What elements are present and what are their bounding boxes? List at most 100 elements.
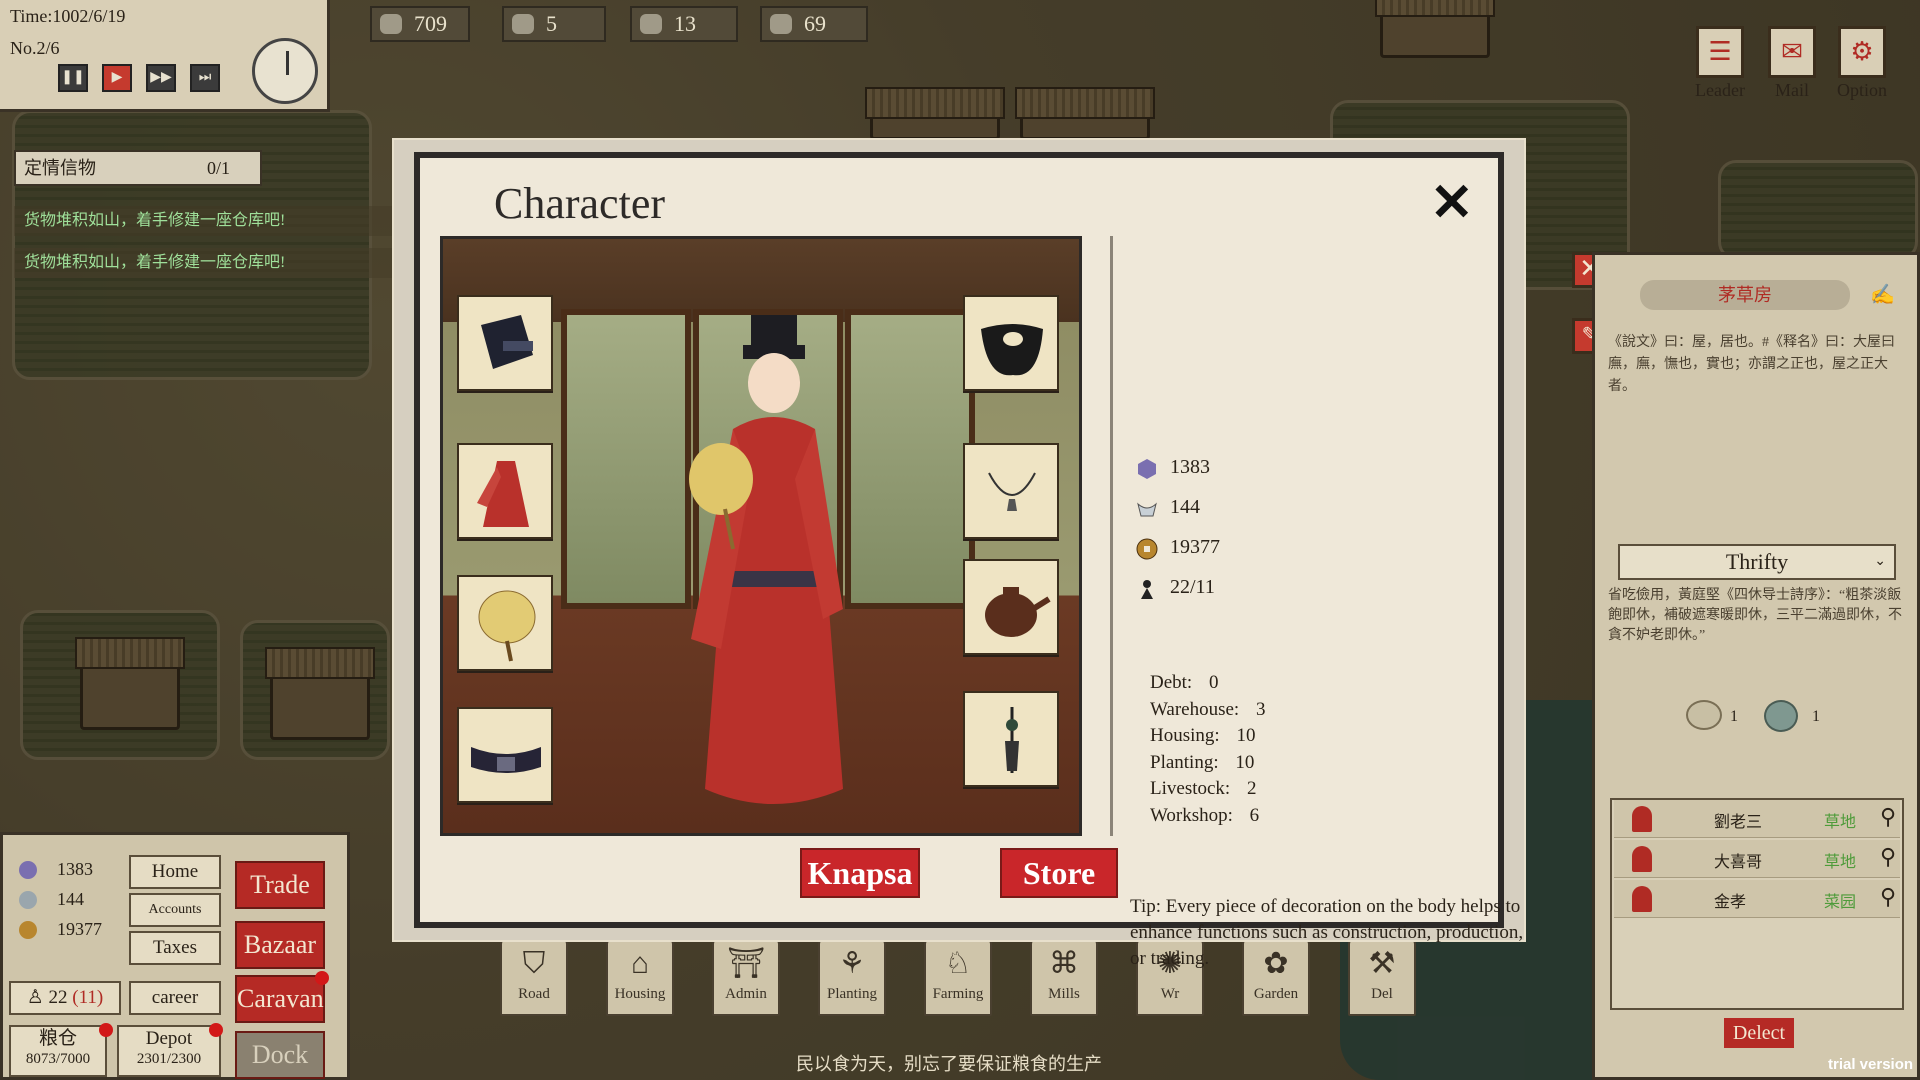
robe-slot[interactable]	[457, 443, 553, 539]
item-count: 1	[1812, 708, 1820, 725]
hat-icon	[481, 315, 533, 369]
build-label: Wr	[1160, 986, 1180, 1002]
bowl-icon	[1686, 700, 1722, 730]
taxes-button[interactable]: Taxes	[129, 931, 221, 965]
beard-icon	[981, 324, 1043, 376]
notification-message[interactable]: 货物堆积如山，着手修建一座仓库吧!	[14, 206, 404, 236]
attr-label: Planting:	[1150, 751, 1219, 773]
depot-button[interactable]: Depot 2301/2300	[117, 1025, 221, 1077]
home-button[interactable]: Home	[129, 855, 221, 889]
gear-icon[interactable]: ⚙	[1838, 26, 1886, 78]
stat-coin: 19377	[1136, 536, 1220, 576]
mail-icon[interactable]: ✉	[1768, 26, 1816, 78]
resident-tag: 草地	[1824, 814, 1857, 831]
dock-button[interactable]: Dock	[235, 1031, 325, 1079]
fastest-icon[interactable]: ⏭	[190, 64, 220, 92]
resident-name: 金孝	[1714, 894, 1747, 911]
person-icon	[1632, 846, 1652, 872]
stat-value: 1383	[57, 859, 93, 879]
bazaar-button[interactable]: Bazaar	[235, 921, 325, 969]
search-icon[interactable]: ⚲	[1880, 884, 1896, 910]
close-icon[interactable]: ✕	[1430, 178, 1474, 230]
leader-icon[interactable]: ☰	[1696, 26, 1744, 78]
beard-slot[interactable]	[963, 295, 1059, 391]
trait-select[interactable]: Thrifty ⌄	[1618, 544, 1896, 580]
necklace-icon	[988, 472, 1036, 511]
coin-icon	[19, 921, 37, 939]
quest-tracker[interactable]: 定情信物 0/1	[14, 150, 262, 186]
coin-icon	[1136, 538, 1158, 560]
attr-label: Warehouse:	[1150, 698, 1240, 720]
person-icon	[1632, 806, 1652, 832]
stat-value: 19377	[1170, 536, 1220, 558]
folding-screen	[561, 309, 691, 609]
hat-slot[interactable]	[457, 295, 553, 391]
housing-icon: ⌂	[630, 947, 649, 980]
build-label: Admin	[725, 986, 767, 1002]
quest-count: 0/1	[206, 158, 230, 178]
character-stats: 1383 144 19377 22/11	[1136, 456, 1220, 616]
store-button[interactable]: Store	[1000, 848, 1118, 898]
building-description: 《說文》曰：屋，居也。#《释名》曰：大屋曰廡，廡，憮也，實也；亦謂之正也，屋之正…	[1608, 335, 1895, 394]
resource-value: 13	[674, 11, 696, 36]
search-icon[interactable]: ⚲	[1880, 804, 1896, 830]
list-item[interactable]: 劉老三 草地 ⚲	[1614, 800, 1900, 838]
edit-icon[interactable]: ✍	[1870, 282, 1895, 307]
build-mills-button[interactable]: ⌘ Mills	[1030, 938, 1098, 1016]
character-portrait	[440, 236, 1082, 836]
belt-slot[interactable]	[457, 707, 553, 803]
population-button[interactable]: ♙ 22 (11)	[9, 981, 121, 1015]
necklace-slot[interactable]	[963, 443, 1059, 539]
teapot-slot[interactable]	[963, 559, 1059, 655]
attr-label: Livestock:	[1150, 778, 1231, 799]
fast-forward-icon[interactable]: ▶▶	[146, 64, 176, 92]
mail-label: Mail	[1775, 80, 1809, 100]
character-figure	[689, 315, 843, 804]
depot-label: Depot	[145, 1028, 193, 1049]
build-label: Farming	[932, 986, 984, 1002]
quest-label: 定情信物	[24, 158, 96, 178]
notification-message[interactable]: 货物堆积如山，着手修建一座仓库吧!	[14, 248, 404, 278]
build-road-button[interactable]: ⛉ Road	[500, 938, 568, 1016]
attr-value: 6	[1249, 804, 1260, 826]
list-item[interactable]: 金孝 菜园 ⚲	[1614, 880, 1900, 918]
build-label: Planting	[826, 986, 877, 1002]
belt-icon	[471, 747, 541, 773]
stat-silver: 144	[1136, 496, 1220, 536]
person-icon: ♙	[26, 987, 44, 1008]
search-icon[interactable]: ⚲	[1880, 844, 1896, 870]
build-label: Housing	[614, 986, 666, 1002]
bottom-left-panel: 1383 144 19377 Home Accounts Taxes Trade…	[0, 832, 350, 1080]
build-farming-button[interactable]: ♘ Farming	[924, 938, 992, 1016]
dialog-title: Character	[494, 179, 665, 228]
character-dialog: Character ✕ 1383 144 19377 22/11 Debt: 0…	[394, 140, 1524, 969]
accounts-button[interactable]: Accounts	[129, 893, 221, 927]
teapot-icon	[985, 587, 1051, 637]
build-label: Road	[518, 986, 550, 1002]
build-housing-button[interactable]: ⌂ Housing	[606, 938, 674, 1016]
pendant-icon	[1005, 707, 1019, 773]
stat-value: 144	[57, 889, 84, 909]
resource-value: 709	[414, 11, 447, 36]
attr-label: Workshop:	[1150, 804, 1233, 826]
stat-jade: 1383	[1136, 456, 1220, 496]
pause-icon[interactable]: ❚❚	[58, 64, 88, 92]
play-icon[interactable]: ▶	[102, 64, 132, 92]
knapsack-button[interactable]: Knapsa	[800, 848, 920, 898]
resident-list: 劉老三 草地 ⚲ 大喜哥 草地 ⚲ 金孝 菜园 ⚲	[1610, 798, 1904, 1010]
fan-slot[interactable]	[457, 575, 553, 671]
build-planting-button[interactable]: ⚘ Planting	[818, 938, 886, 1016]
career-button[interactable]: career	[129, 981, 221, 1015]
granary-button[interactable]: 粮仓 8073/7000	[9, 1025, 107, 1077]
caravan-button[interactable]: Caravan	[235, 975, 325, 1023]
build-admin-button[interactable]: ⛩ Admin	[712, 938, 780, 1016]
population-value: 22	[48, 987, 68, 1008]
granary-label: 粮仓	[38, 1028, 77, 1049]
delect-button[interactable]: Delect	[1724, 1018, 1794, 1048]
list-item[interactable]: 大喜哥 草地 ⚲	[1614, 840, 1900, 878]
pendant-slot[interactable]	[963, 691, 1059, 787]
trade-button[interactable]: Trade	[235, 861, 325, 909]
stat-value: 1383	[1170, 456, 1210, 478]
option-label: Option	[1836, 80, 1887, 100]
resident-name: 劉老三	[1714, 814, 1763, 831]
